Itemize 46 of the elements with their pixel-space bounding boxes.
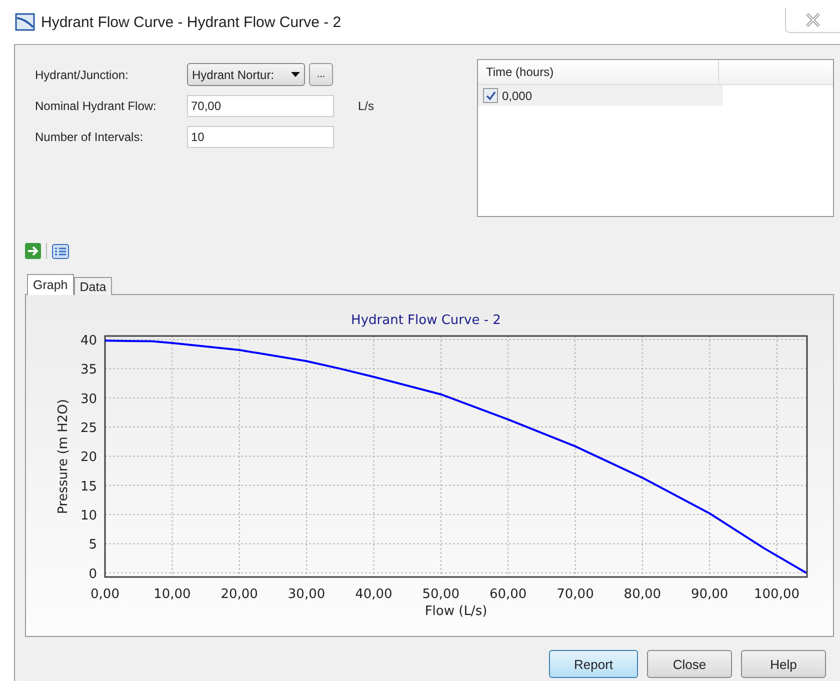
y-tick-label: 40 xyxy=(80,334,97,348)
table-row[interactable]: 0,000 xyxy=(478,85,723,106)
input-field[interactable]: 10 xyxy=(187,126,334,148)
x-tick-label: 60,00 xyxy=(489,587,527,602)
dialog-button[interactable]: Report xyxy=(549,650,638,678)
field-label: Number of Intervals: xyxy=(35,130,144,144)
field-label: Hydrant/Junction: xyxy=(35,68,130,82)
close-icon xyxy=(805,13,821,27)
y-tick-label: 20 xyxy=(80,450,97,466)
tab[interactable]: Graph xyxy=(27,274,74,295)
x-tick-label: 90,00 xyxy=(690,587,728,602)
checkbox[interactable] xyxy=(483,88,498,103)
x-tick-label: 40,00 xyxy=(355,587,392,602)
y-tick-label: 0 xyxy=(88,566,97,582)
x-tick-label: 0,00 xyxy=(90,587,120,602)
list-icon[interactable] xyxy=(52,244,69,258)
x-tick-label: 20,00 xyxy=(220,587,258,602)
app-icon xyxy=(15,13,35,31)
window-title: Hydrant Flow Curve - Hydrant Flow Curve - 2 xyxy=(41,14,342,30)
unit-label: L/s xyxy=(358,99,374,113)
close-button[interactable] xyxy=(785,8,840,33)
x-axis-label: Flow (L/s) xyxy=(424,604,488,619)
y-tick-label: 10 xyxy=(80,508,97,524)
arrow-right-icon[interactable] xyxy=(25,243,41,259)
y-axis-label: Pressure (m H2O) xyxy=(56,399,71,514)
dialog-button[interactable]: Help xyxy=(741,650,826,678)
chart-title: Hydrant Flow Curve - 2 xyxy=(351,313,501,328)
x-tick-label: 30,00 xyxy=(288,587,326,602)
y-tick-label: 25 xyxy=(80,421,97,436)
y-tick-label: 30 xyxy=(80,392,97,407)
x-tick-label: 80,00 xyxy=(624,587,662,602)
browse-button[interactable]: ... xyxy=(309,63,333,86)
field-label: Nominal Hydrant Flow: xyxy=(35,99,158,113)
tab[interactable]: Data xyxy=(74,277,112,295)
dialog-button[interactable]: Close xyxy=(647,650,732,678)
x-tick-label: 100,00 xyxy=(754,587,800,602)
y-tick-label: 5 xyxy=(88,538,97,553)
x-tick-label: 50,00 xyxy=(422,587,460,602)
x-tick-label: 70,00 xyxy=(556,587,594,602)
input-field[interactable]: 70,00 xyxy=(187,95,334,117)
y-tick-label: 15 xyxy=(80,479,97,494)
y-tick-label: 35 xyxy=(80,362,97,378)
x-tick-label: 10,00 xyxy=(154,587,191,602)
time-value: 0,000 xyxy=(502,88,532,102)
hydrant-dropdown[interactable]: Hydrant Nortur: xyxy=(187,63,305,86)
dropdown-arrow-icon xyxy=(291,72,300,77)
